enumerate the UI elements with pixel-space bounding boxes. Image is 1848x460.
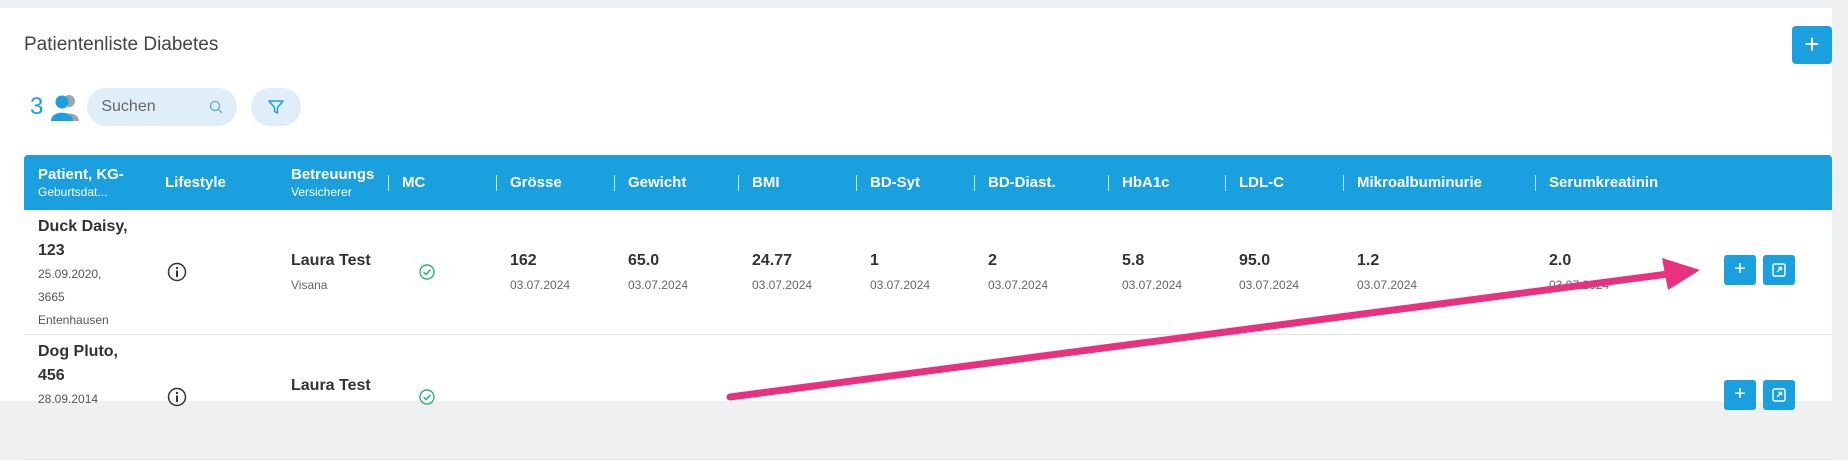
col-label: BMI [752,174,780,191]
col-caregiver[interactable]: Betreuungs Versicherer [291,155,374,210]
col-label: HbA1c [1122,174,1170,191]
page-title: Patientenliste Diabetes [24,34,219,55]
measurement-value: 5.8 [1122,252,1145,269]
patients-icon [51,95,80,121]
insurer-name: Visana [291,278,328,292]
col-bd-diast[interactable]: BD-Diast. [974,155,1056,210]
col-lifestyle[interactable]: Lifestyle [165,155,226,210]
col-hba1c[interactable]: HbA1c [1108,155,1170,210]
measurement-value: 1.2 [1357,252,1380,269]
measurement-value: 2 [988,252,997,269]
col-mikroalbuminurie[interactable]: Mikroalbuminurie [1342,155,1483,210]
patient-id: 456 [38,367,65,384]
caregiver-name: Laura Test [291,252,371,269]
toolbar: 3 [30,88,302,126]
check-circle-icon [419,389,435,405]
info-icon[interactable] [167,387,187,407]
search-icon [210,100,223,114]
col-ldl-c[interactable]: LDL-C [1225,155,1284,210]
table-row[interactable]: Dog Pluto, 456 28.09.2014 Laura Test + [24,335,1832,460]
col-bmi[interactable]: BMI [738,155,780,210]
measurement-value: 162 [510,252,537,269]
patient-id: 123 [38,242,65,259]
value-cell-ldl-c: 95.0 03.07.2024 [1239,252,1299,292]
col-label: BD-Syt [870,174,921,191]
col-mc[interactable]: MC [387,155,426,210]
table-header: Patient, KG- Geburtsdat... Lifestyle Bet… [24,155,1832,210]
add-patient-button[interactable]: + [1792,26,1832,64]
value-cell-mikroalbuminurie: 1.2 03.07.2024 [1357,252,1417,292]
patient-cell[interactable]: Dog Pluto, 456 28.09.2014 [38,340,118,411]
open-patient-button[interactable] [1763,255,1795,285]
measurement-date: 03.07.2024 [870,278,931,292]
value-cell-bd-syt: 1 03.07.2024 [870,252,930,292]
table-row[interactable]: Duck Daisy, 123 25.09.2020, 3665 Entenha… [24,210,1832,335]
col-label: Betreuungs [291,166,375,183]
col-sublabel: Geburtsdat... [38,185,108,199]
measurement-value: 95.0 [1239,252,1271,269]
info-icon[interactable] [167,262,187,282]
value-cell-bd-diast: 2 03.07.2024 [988,252,1048,292]
value-cell-gewicht: 65.0 03.07.2024 [628,252,688,292]
external-link-icon [1772,388,1786,402]
col-label: Serumkreatinin [1549,174,1659,191]
value-cell-groesse: 162 03.07.2024 [510,252,570,292]
open-patient-button[interactable] [1763,380,1795,410]
patient-zip: 3665 [38,290,65,304]
check-circle-icon [419,264,435,280]
external-link-icon [1772,263,1786,277]
measurement-date: 03.07.2024 [628,278,689,292]
col-patient[interactable]: Patient, KG- Geburtsdat... [38,155,124,210]
patient-cell[interactable]: Duck Daisy, 123 25.09.2020, 3665 Entenha… [38,215,128,332]
patient-name: Duck Daisy, [38,218,128,235]
caregiver-cell: Laura Test [291,377,371,395]
col-label: LDL-C [1239,174,1284,191]
measurement-date: 03.07.2024 [988,278,1049,292]
filter-icon [268,100,285,114]
measurement-date: 03.07.2024 [1357,278,1418,292]
value-cell-hba1c: 5.8 03.07.2024 [1122,252,1182,292]
value-cell-serumkreatinin: 2.0 03.07.2024 [1549,252,1609,292]
col-label: Patient, KG- [38,166,124,183]
add-measurement-button[interactable]: + [1724,255,1756,285]
col-bd-syt[interactable]: BD-Syt [855,155,921,210]
patient-name: Dog Pluto, [38,343,118,360]
caregiver-name: Laura Test [291,377,371,394]
measurement-date: 03.07.2024 [1122,278,1183,292]
col-groesse[interactable]: Grösse [496,155,562,210]
col-serumkreatinin[interactable]: Serumkreatinin [1534,155,1659,210]
measurement-value: 65.0 [628,252,660,269]
add-measurement-button[interactable]: + [1724,380,1756,410]
col-label: Grösse [510,174,562,191]
patient-table: Patient, KG- Geburtsdat... Lifestyle Bet… [24,155,1832,460]
search-field[interactable] [87,88,238,126]
measurement-value: 24.77 [752,252,793,269]
patient-birthdate: 28.09.2014 [38,392,99,406]
measurement-date: 03.07.2024 [510,278,571,292]
col-label: BD-Diast. [988,174,1056,191]
measurement-value: 2.0 [1549,252,1572,269]
caregiver-cell: Laura Test Visana [291,252,371,292]
measurement-date: 03.07.2024 [752,278,813,292]
col-label: Gewicht [628,174,687,191]
measurement-date: 03.07.2024 [1239,278,1300,292]
measurement-date: 03.07.2024 [1549,278,1610,292]
value-cell-bmi: 24.77 03.07.2024 [752,252,812,292]
col-sublabel: Versicherer [291,185,352,199]
col-label: Lifestyle [165,174,226,191]
col-label: Mikroalbuminurie [1357,174,1483,191]
patient-count: 3 [30,93,44,120]
patient-birthdate: 25.09.2020, [38,267,102,281]
measurement-value: 1 [870,252,879,269]
col-label: MC [402,174,426,191]
col-gewicht[interactable]: Gewicht [613,155,687,210]
search-input[interactable] [101,98,202,116]
filter-button[interactable] [251,88,302,126]
patient-city: Entenhausen [38,313,109,327]
